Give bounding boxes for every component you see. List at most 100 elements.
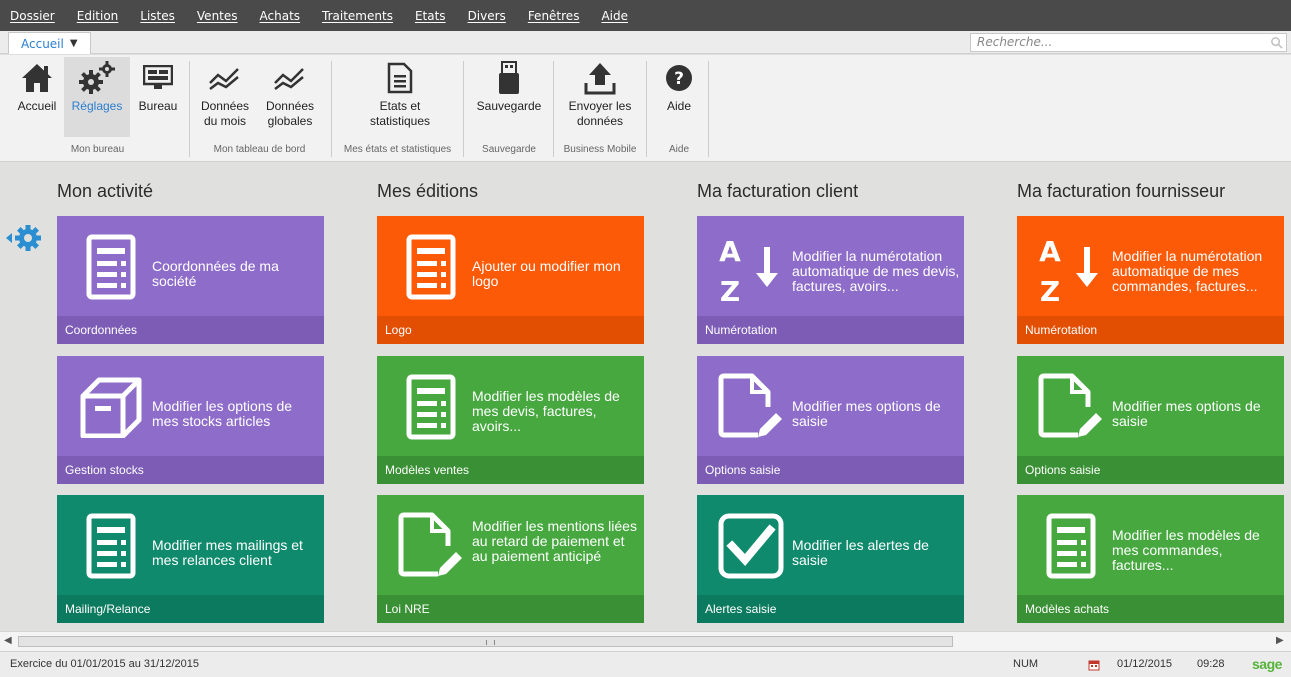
tile-text: Modifier les modèles de mes devis, factu… — [472, 388, 620, 434]
calendar-icon[interactable] — [1088, 659, 1100, 671]
menu-ventes[interactable]: Ventes — [197, 9, 238, 23]
tile-footer: Mailing/Relance — [57, 595, 324, 623]
ribbon-envoyer-label: Envoyer les données — [568, 99, 632, 128]
ribbon-aide-button[interactable]: ? Aide — [658, 57, 700, 137]
tile-text: Modifier les options de mes stocks artic… — [152, 398, 293, 429]
tile-numerotation-client[interactable]: AZ Modifier la numérotation automatique … — [697, 216, 964, 344]
ribbon: Accueil Réglages Bureau Mon bureau Donné… — [0, 55, 1291, 162]
column-title-facturation-client: Ma facturation client — [697, 181, 859, 201]
column-title-facturation-fournisseur: Ma facturation fournisseur — [1017, 181, 1226, 201]
chart-line-icon — [203, 57, 247, 99]
tile-footer: Gestion stocks — [57, 456, 324, 484]
scroll-right-arrow-icon[interactable]: ▶ — [1276, 635, 1284, 646]
column-title-mon-activite: Mon activité — [57, 181, 154, 201]
tile-numerotation-fournisseur[interactable]: AZ Modifier la numérotation automatique … — [1017, 216, 1284, 344]
chart-line-icon — [268, 57, 312, 99]
tab-row: Accueil ▼ Recherche... — [0, 31, 1291, 54]
ribbon-donnees-mois-label: Données du mois — [200, 99, 250, 128]
svg-text:Z: Z — [720, 275, 740, 305]
tab-accueil[interactable]: Accueil ▼ — [8, 32, 91, 54]
tile-footer: Logo — [377, 316, 644, 344]
tile-coordonnees[interactable]: Coordonnées de ma société Coordonnées — [57, 216, 324, 344]
checkbox-icon — [715, 509, 787, 583]
ribbon-bureau-button[interactable]: Bureau — [134, 57, 182, 137]
tile-options-saisie-client[interactable]: Modifier mes options de saisie Options s… — [697, 356, 964, 484]
menu-edition[interactable]: Edition — [77, 9, 119, 23]
search-input[interactable]: Recherche... — [970, 33, 1287, 52]
tile-text: Modifier les alertes de saisie — [792, 537, 929, 568]
ribbon-separator — [708, 61, 709, 157]
tile-footer: Numérotation — [697, 316, 964, 344]
settings-gear-icon[interactable] — [4, 223, 46, 253]
menu-dossier[interactable]: Dossier — [10, 9, 55, 23]
tile-modeles-ventes[interactable]: Modifier les modèles de mes devis, factu… — [377, 356, 644, 484]
chevron-down-icon[interactable]: ▼ — [70, 38, 78, 49]
tile-alertes-saisie[interactable]: Modifier les alertes de saisie Alertes s… — [697, 495, 964, 623]
ribbon-envoyer-button[interactable]: Envoyer les données — [556, 57, 644, 137]
group-business-mobile: Business Mobile — [563, 144, 637, 155]
svg-text:?: ? — [674, 69, 684, 89]
tile-gestion-stocks[interactable]: Modifier les options de mes stocks artic… — [57, 356, 324, 484]
form-icon — [75, 509, 147, 583]
tile-body: AZ Modifier la numérotation automatique … — [1017, 216, 1284, 316]
ribbon-donnees-mois-button[interactable]: Données du mois — [195, 57, 255, 137]
search-icon[interactable] — [1270, 36, 1283, 49]
menu-achats[interactable]: Achats — [260, 9, 301, 23]
tile-text: Modifier mes options de saisie — [792, 398, 941, 429]
menu-etats[interactable]: Etats — [415, 9, 446, 23]
status-bar: Exercice du 01/01/2015 au 31/12/2015 NUM… — [0, 651, 1291, 677]
status-date: 01/12/2015 — [1117, 658, 1173, 670]
menu-fenetres[interactable]: Fenêtres — [528, 9, 580, 23]
main-content: Mon activité Coordonnées de ma société C… — [0, 163, 1291, 630]
edit-document-icon — [715, 370, 787, 444]
group-aide: Aide — [668, 144, 689, 155]
tile-footer: Alertes saisie — [697, 595, 964, 623]
horizontal-scrollbar[interactable]: ◀ ▶ — [0, 631, 1291, 651]
group-tableau-de-bord: Mon tableau de bord — [213, 144, 306, 155]
form-icon — [395, 230, 467, 304]
ribbon-reglages-button[interactable]: Réglages — [64, 57, 130, 137]
column-title-mes-editions: Mes éditions — [377, 181, 479, 201]
ribbon-sauvegarde-button[interactable]: Sauvegarde — [470, 57, 548, 137]
ribbon-donnees-globales-button[interactable]: Données globales — [258, 57, 322, 137]
tile-footer: Options saisie — [697, 456, 964, 484]
tile-text: Ajouter ou modifier mon logo — [472, 258, 621, 289]
form-icon — [1035, 509, 1107, 583]
sort-az-icon: AZ — [1035, 230, 1107, 305]
tile-modeles-achats[interactable]: Modifier les modèles de mes commandes, f… — [1017, 495, 1284, 623]
tile-body: Coordonnées de ma société — [57, 216, 324, 316]
tile-body: Modifier mes options de saisie — [1017, 356, 1284, 456]
edit-document-icon — [1035, 370, 1107, 444]
menu-aide[interactable]: Aide — [601, 9, 628, 23]
form-icon — [75, 230, 147, 304]
ribbon-etats-button[interactable]: Etats et statistiques — [350, 57, 450, 137]
ribbon-aide-label: Aide — [666, 99, 692, 113]
tile-footer: Modèles ventes — [377, 456, 644, 484]
tab-accueil-label: Accueil — [21, 36, 64, 51]
usb-drive-icon — [487, 57, 531, 99]
ribbon-accueil-button[interactable]: Accueil — [14, 57, 60, 137]
tile-footer: Numérotation — [1017, 316, 1284, 344]
svg-text:A: A — [719, 235, 741, 268]
tile-logo[interactable]: Ajouter ou modifier mon logo Logo — [377, 216, 644, 344]
menu-traitements[interactable]: Traitements — [322, 9, 393, 23]
tile-text: Coordonnées de ma société — [152, 258, 279, 289]
ribbon-bureau-label: Bureau — [138, 99, 178, 113]
tile-loi-nre[interactable]: Modifier les mentions liées au retard de… — [377, 495, 644, 623]
sort-az-icon: AZ — [715, 230, 787, 305]
tile-text: Modifier les modèles de mes commandes, f… — [1112, 527, 1260, 573]
scroll-left-arrow-icon[interactable]: ◀ — [4, 635, 12, 646]
scrollbar-thumb[interactable] — [18, 636, 953, 647]
menu-divers[interactable]: Divers — [468, 9, 506, 23]
form-icon — [395, 370, 467, 444]
tile-text: Modifier les mentions liées au retard de… — [472, 518, 637, 564]
ribbon-separator — [646, 61, 647, 157]
tile-mailing-relance[interactable]: Modifier mes mailings et mes relances cl… — [57, 495, 324, 623]
tile-options-saisie-fournisseur[interactable]: Modifier mes options de saisie Options s… — [1017, 356, 1284, 484]
tile-text: Modifier la numérotation automatique de … — [792, 248, 960, 294]
ribbon-separator — [553, 61, 554, 157]
scrollbar-grip — [486, 640, 495, 645]
menu-listes[interactable]: Listes — [140, 9, 175, 23]
group-sauvegarde: Sauvegarde — [482, 144, 536, 155]
tile-footer: Coordonnées — [57, 316, 324, 344]
